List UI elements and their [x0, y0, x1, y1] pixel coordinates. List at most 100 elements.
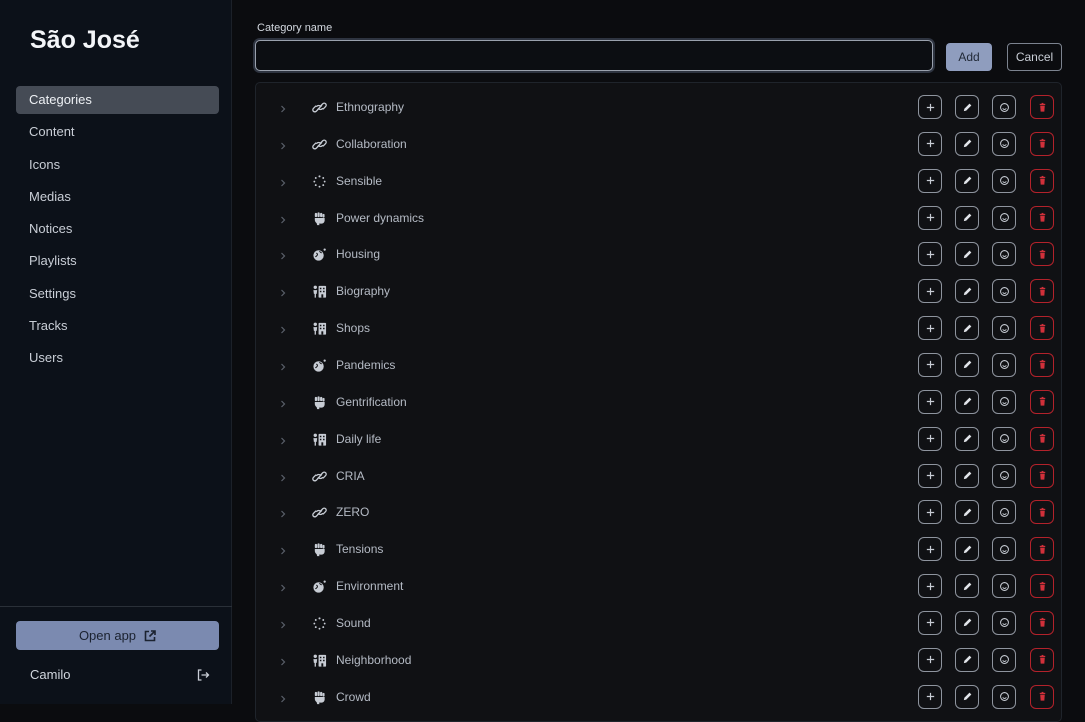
delete-button[interactable]	[1030, 95, 1054, 119]
chevron-right-icon[interactable]	[278, 359, 288, 371]
logout-icon[interactable]	[196, 668, 210, 682]
cancel-button[interactable]: Cancel	[1007, 43, 1062, 71]
add-subcategory-button[interactable]	[918, 316, 942, 341]
chevron-right-icon[interactable]	[278, 433, 288, 445]
edit-button[interactable]	[955, 242, 979, 267]
icon-button[interactable]	[992, 205, 1016, 230]
chevron-right-icon[interactable]	[278, 322, 288, 334]
edit-button[interactable]	[955, 647, 979, 672]
sidebar-item-playlists[interactable]: Playlists	[16, 247, 219, 275]
delete-button[interactable]	[1030, 242, 1054, 267]
add-subcategory-button[interactable]	[918, 242, 942, 267]
plus-icon	[925, 212, 936, 223]
edit-button[interactable]	[955, 500, 979, 525]
icon-button[interactable]	[992, 463, 1016, 488]
delete-button[interactable]	[1030, 131, 1054, 156]
add-subcategory-button[interactable]	[918, 647, 942, 672]
chevron-right-icon[interactable]	[278, 212, 288, 223]
delete-button[interactable]	[1030, 389, 1054, 414]
add-subcategory-button[interactable]	[918, 131, 942, 156]
icon-button[interactable]	[992, 574, 1016, 599]
chevron-right-icon[interactable]	[278, 248, 288, 260]
icon-button[interactable]	[992, 610, 1016, 635]
edit-button[interactable]	[955, 352, 979, 377]
sidebar-item-notices[interactable]: Notices	[16, 215, 219, 243]
add-subcategory-button[interactable]	[918, 537, 942, 562]
add-subcategory-button[interactable]	[918, 574, 942, 599]
add-subcategory-button[interactable]	[918, 684, 942, 709]
delete-button[interactable]	[1030, 500, 1054, 525]
edit-button[interactable]	[955, 316, 979, 341]
icon-button[interactable]	[992, 389, 1016, 414]
chevron-right-icon[interactable]	[278, 543, 288, 555]
add-subcategory-button[interactable]	[918, 389, 942, 414]
delete-button[interactable]	[1030, 574, 1054, 599]
icon-button[interactable]	[992, 168, 1016, 193]
chevron-right-icon[interactable]	[278, 396, 288, 408]
delete-button[interactable]	[1030, 168, 1054, 193]
delete-button[interactable]	[1030, 205, 1054, 230]
chevron-right-icon[interactable]	[278, 470, 288, 481]
add-subcategory-button[interactable]	[918, 95, 942, 119]
icon-button[interactable]	[992, 647, 1016, 672]
chevron-right-icon[interactable]	[278, 138, 288, 150]
open-app-button[interactable]: Open app	[16, 621, 219, 650]
chevron-right-icon[interactable]	[278, 691, 288, 703]
chevron-right-icon[interactable]	[278, 617, 288, 629]
edit-button[interactable]	[955, 279, 979, 304]
sidebar-item-categories[interactable]: Categories	[16, 86, 219, 114]
add-subcategory-button[interactable]	[918, 500, 942, 525]
edit-button[interactable]	[955, 131, 979, 156]
add-subcategory-button[interactable]	[918, 426, 942, 451]
icon-button[interactable]	[992, 279, 1016, 304]
sidebar-item-icons[interactable]: Icons	[16, 151, 219, 179]
edit-button[interactable]	[955, 426, 979, 451]
chevron-right-icon[interactable]	[278, 101, 288, 113]
delete-button[interactable]	[1030, 463, 1054, 488]
edit-button[interactable]	[955, 205, 979, 230]
icon-button[interactable]	[992, 352, 1016, 377]
add-subcategory-button[interactable]	[918, 205, 942, 230]
delete-button[interactable]	[1030, 426, 1054, 451]
edit-button[interactable]	[955, 95, 979, 119]
icon-button[interactable]	[992, 95, 1016, 119]
delete-button[interactable]	[1030, 316, 1054, 341]
icon-button[interactable]	[992, 131, 1016, 156]
delete-button[interactable]	[1030, 352, 1054, 377]
sidebar-item-users[interactable]: Users	[16, 344, 219, 372]
add-subcategory-button[interactable]	[918, 168, 942, 193]
icon-button[interactable]	[992, 426, 1016, 451]
edit-button[interactable]	[955, 574, 979, 599]
icon-button[interactable]	[992, 537, 1016, 562]
sidebar-item-medias[interactable]: Medias	[16, 183, 219, 211]
chevron-right-icon[interactable]	[278, 654, 288, 666]
icon-button[interactable]	[992, 684, 1016, 709]
add-subcategory-button[interactable]	[918, 610, 942, 635]
icon-button[interactable]	[992, 500, 1016, 525]
icon-button[interactable]	[992, 316, 1016, 341]
add-button[interactable]: Add	[946, 43, 992, 71]
edit-button[interactable]	[955, 168, 979, 193]
chevron-right-icon[interactable]	[278, 175, 288, 187]
edit-button[interactable]	[955, 684, 979, 709]
delete-button[interactable]	[1030, 684, 1054, 709]
add-subcategory-button[interactable]	[918, 279, 942, 304]
icon-button[interactable]	[992, 242, 1016, 267]
add-subcategory-button[interactable]	[918, 463, 942, 488]
category-name-input[interactable]	[255, 40, 933, 71]
delete-button[interactable]	[1030, 647, 1054, 672]
delete-button[interactable]	[1030, 279, 1054, 304]
add-subcategory-button[interactable]	[918, 352, 942, 377]
sidebar-item-content[interactable]: Content	[16, 118, 219, 146]
sidebar-item-settings[interactable]: Settings	[16, 280, 219, 308]
edit-button[interactable]	[955, 389, 979, 414]
edit-button[interactable]	[955, 610, 979, 635]
edit-button[interactable]	[955, 537, 979, 562]
delete-button[interactable]	[1030, 610, 1054, 635]
edit-button[interactable]	[955, 463, 979, 488]
chevron-right-icon[interactable]	[278, 580, 288, 592]
delete-button[interactable]	[1030, 537, 1054, 562]
sidebar-item-tracks[interactable]: Tracks	[16, 312, 219, 340]
chevron-right-icon[interactable]	[278, 506, 288, 518]
chevron-right-icon[interactable]	[278, 285, 288, 297]
